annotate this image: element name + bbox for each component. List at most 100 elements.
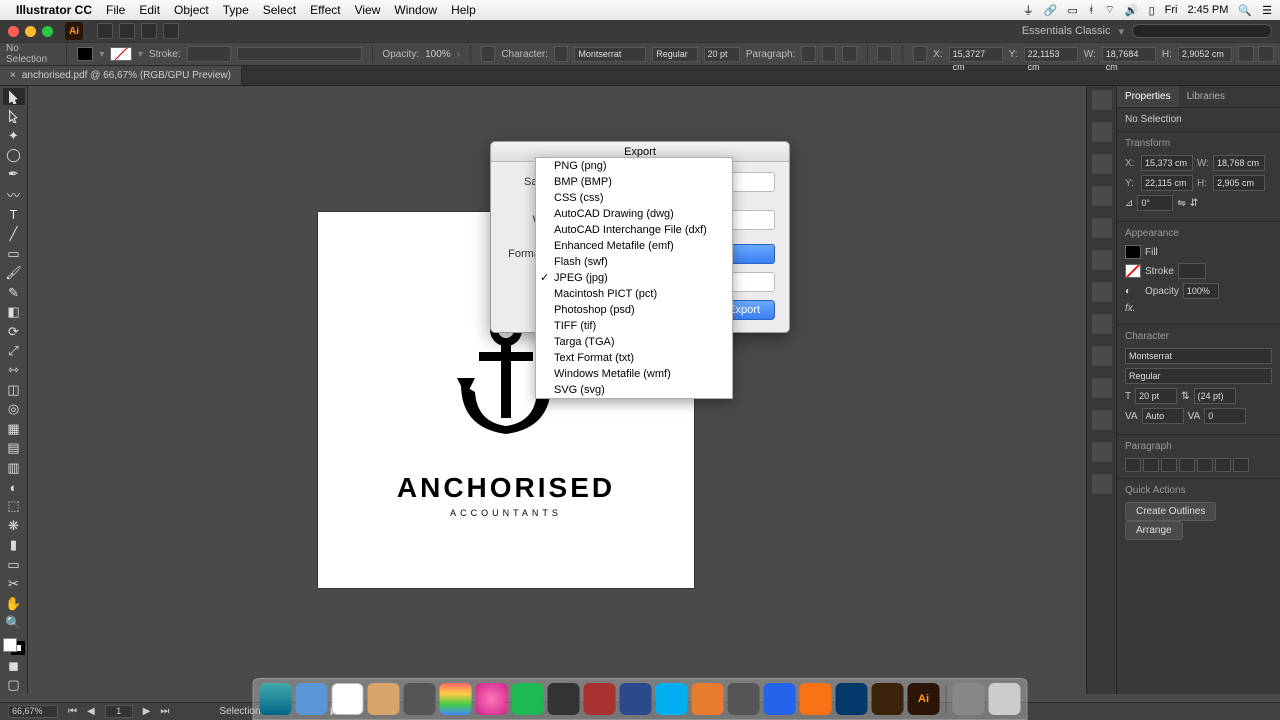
align-right-icon[interactable]	[842, 46, 856, 62]
para-align-left-icon[interactable]	[1125, 458, 1141, 472]
para-align-right-icon[interactable]	[1161, 458, 1177, 472]
format-option[interactable]: BMP (BMP)	[536, 174, 732, 190]
menu-day[interactable]: Fri	[1165, 4, 1178, 16]
menu-file[interactable]: File	[106, 3, 125, 17]
eyedropper-tool[interactable]: ◐	[3, 478, 25, 495]
artboard-tool[interactable]: ▭	[3, 556, 25, 573]
slice-tool[interactable]: ✂	[3, 576, 25, 593]
format-option[interactable]: AutoCAD Drawing (dwg)	[536, 206, 732, 222]
align-center-icon[interactable]	[822, 46, 836, 62]
flip-h-icon[interactable]: ⇋	[1177, 198, 1185, 209]
dock-finder-icon[interactable]	[260, 683, 292, 715]
gradient-tool[interactable]: ▥	[3, 459, 25, 476]
dock-vlc-icon[interactable]	[692, 683, 724, 715]
dock-trash-icon[interactable]	[989, 683, 1021, 715]
w-field[interactable]: 18,7684 cm	[1102, 47, 1156, 62]
prefs-icon[interactable]	[1258, 46, 1274, 62]
magic-wand-tool[interactable]: ✦	[3, 127, 25, 144]
format-option[interactable]: Flash (swf)	[536, 254, 732, 270]
recolor-icon[interactable]	[481, 46, 495, 62]
perspective-tool[interactable]: ▦	[3, 420, 25, 437]
setup-icon[interactable]	[1238, 46, 1254, 62]
stroke-panel-icon[interactable]	[1092, 250, 1112, 270]
props-opacity-field[interactable]: 100%	[1183, 283, 1219, 299]
tab-libraries[interactable]: Libraries	[1179, 86, 1233, 107]
layers-panel-icon[interactable]	[1092, 410, 1112, 430]
rotate-tool[interactable]: ⟳	[3, 323, 25, 340]
nav-next-icon[interactable]: ▶	[143, 706, 151, 717]
color-panel-icon[interactable]	[1092, 90, 1112, 110]
tab-close-icon[interactable]: ×	[10, 70, 16, 81]
props-y-field[interactable]: 22,115 cm	[1141, 175, 1193, 191]
dock-spotify-icon[interactable]	[512, 683, 544, 715]
font-size-field-panel[interactable]: 20 pt	[1135, 388, 1177, 404]
font-filter-icon[interactable]	[554, 46, 568, 62]
nav-prev-icon[interactable]: ◀	[87, 706, 95, 717]
column-graph-tool[interactable]: ▮	[3, 537, 25, 554]
fill-color-swatch[interactable]	[1125, 245, 1141, 259]
format-option[interactable]: CSS (css)	[536, 190, 732, 206]
window-minimize-icon[interactable]	[25, 26, 36, 37]
arrange-button[interactable]: Arrange	[1125, 521, 1183, 540]
h-field[interactable]: 2,9052 cm	[1178, 47, 1232, 62]
link-icon[interactable]: 🔗	[1044, 4, 1058, 17]
dock-app3-icon[interactable]	[620, 683, 652, 715]
format-option[interactable]: Text Format (txt)	[536, 350, 732, 366]
type-tool[interactable]: T	[3, 206, 25, 223]
dock-downloads-icon[interactable]	[953, 683, 985, 715]
fx-icon[interactable]: fx.	[1125, 303, 1136, 314]
props-x-field[interactable]: 15,373 cm	[1141, 155, 1193, 171]
format-option[interactable]: Windows Metafile (wmf)	[536, 366, 732, 382]
tab-properties[interactable]: Properties	[1117, 86, 1179, 107]
format-option[interactable]: Photoshop (psd)	[536, 302, 732, 318]
asset-export-panel-icon[interactable]	[1092, 442, 1112, 462]
para-justify-center-icon[interactable]	[1197, 458, 1213, 472]
notification-icon[interactable]: ☰	[1262, 4, 1272, 17]
arrange-icon[interactable]	[141, 23, 157, 39]
brush-definition[interactable]	[237, 47, 361, 61]
format-option[interactable]: AutoCAD Interchange File (dxf)	[536, 222, 732, 238]
dock-app5-icon[interactable]	[764, 683, 796, 715]
symbol-sprayer-tool[interactable]: ❋	[3, 517, 25, 534]
props-h-field[interactable]: 2,905 cm	[1213, 175, 1265, 191]
dock-terminal-icon[interactable]	[404, 683, 436, 715]
hand-tool[interactable]: ✋	[3, 595, 25, 612]
menu-help[interactable]: Help	[451, 3, 476, 17]
dock-contacts-icon[interactable]	[368, 683, 400, 715]
search-stock-input[interactable]	[1132, 24, 1272, 38]
tracking-field[interactable]: 0	[1204, 408, 1246, 424]
zoom-tool[interactable]: 🔍	[3, 614, 25, 631]
para-justify-left-icon[interactable]	[1179, 458, 1195, 472]
dock-calendar-icon[interactable]	[332, 683, 364, 715]
stock-icon[interactable]	[119, 23, 135, 39]
stroke-weight-field[interactable]	[1178, 263, 1206, 279]
color-guide-panel-icon[interactable]	[1092, 122, 1112, 142]
spotlight-icon[interactable]: 🔍	[1238, 4, 1252, 17]
dock-illustrator-icon[interactable]: Ai	[908, 683, 940, 715]
format-option[interactable]: Targa (TGA)	[536, 334, 732, 350]
gradient-panel-icon[interactable]	[1092, 282, 1112, 302]
graphic-styles-panel-icon[interactable]	[1092, 378, 1112, 398]
format-option[interactable]: Enhanced Metafile (emf)	[536, 238, 732, 254]
flag-icon[interactable]: ▯	[1149, 4, 1155, 17]
format-option[interactable]: SVG (svg)	[536, 382, 732, 398]
dock-chrome-icon[interactable]	[440, 683, 472, 715]
scale-tool[interactable]: ⤢	[3, 342, 25, 359]
stroke-color-swatch[interactable]	[1125, 264, 1141, 278]
fill-stroke-swatch[interactable]	[3, 638, 25, 655]
dock-itunes-icon[interactable]	[476, 683, 508, 715]
lasso-tool[interactable]: ◯	[3, 146, 25, 163]
zoom-field[interactable]: 66,67%	[8, 705, 58, 718]
dock-skype-icon[interactable]	[656, 683, 688, 715]
para-justify-right-icon[interactable]	[1215, 458, 1231, 472]
gpu-icon[interactable]	[163, 23, 179, 39]
format-option[interactable]: Macintosh PICT (pct)	[536, 286, 732, 302]
leading-field[interactable]: (24 pt)	[1194, 388, 1236, 404]
mesh-tool[interactable]: ▤	[3, 439, 25, 456]
stroke-swatch[interactable]	[110, 47, 132, 61]
para-justify-all-icon[interactable]	[1233, 458, 1249, 472]
font-style-field-panel[interactable]: Regular	[1125, 368, 1272, 384]
selection-tool[interactable]	[3, 88, 25, 105]
menu-type[interactable]: Type	[223, 3, 249, 17]
workspace-switcher[interactable]: Essentials Classic	[1022, 25, 1111, 37]
